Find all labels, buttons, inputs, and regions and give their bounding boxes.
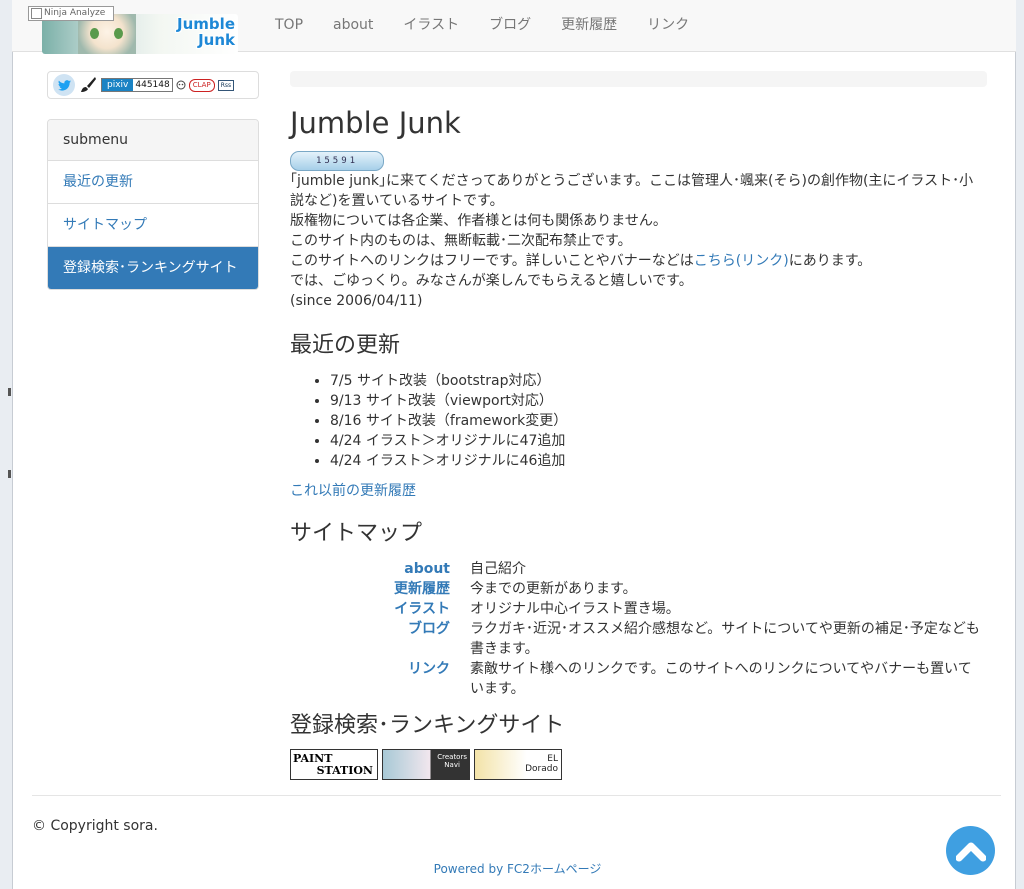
main-nav: TOP about イラスト ブログ 更新履歴 リンク [260,0,704,51]
brush-icon[interactable] [78,75,98,95]
pixiv-count: 445148 [133,79,172,91]
page-title: Jumble Junk [290,106,461,140]
creators-navi-banner[interactable]: Creators Navi [382,749,470,780]
banner-text: PAINT [293,752,333,765]
banner-text: STATION [316,764,373,777]
more-history-link[interactable]: これ以前の更新履歴 [290,481,987,501]
clap-face-icon [176,80,186,90]
intro-line: 版権物については各企業、作者様とは何も関係ありません。 [290,213,667,229]
ranking-heading: 登録検索･ランキングサイト [290,713,565,738]
top-bar [290,71,987,87]
chevron-up-icon [955,842,986,861]
sitemap-link-blog[interactable]: ブログ [290,619,450,659]
main-content: Jumble Junk 15591 ｢jumble junk｣に来てくださってあ… [290,71,987,780]
sitemap-row: about 自己紹介 [290,559,987,579]
ninja-icon [31,8,42,19]
sitemap-link-links[interactable]: リンク [290,659,450,699]
window-right-edge [1015,0,1024,889]
sitemap-row: 更新履歴 今までの更新があります。 [290,579,987,599]
sitemap-desc: ラクガキ･近況･オススメ紹介感想など。サイトについてや更新の補足･予定なども書き… [470,621,980,657]
clap-button[interactable]: CLAP [188,78,215,92]
update-item: 9/13 サイト改装（viewport対応） [330,391,987,411]
access-counter: 15591 [290,151,384,171]
ninja-label: Ninja Analyze [44,8,106,18]
ranking-banners: PAINT STATION Creators Navi EL Dorado [290,749,987,780]
back-to-top-button[interactable] [946,826,995,875]
logo-eye [114,28,123,39]
intro-text-part: このサイトへのリンクはフリーです。詳しいことやバナーなどは [290,253,694,269]
powered-by-link[interactable]: Powered by FC2ホームページ [0,860,1024,877]
updates-list: 7/5 サイト改装（bootstrap対応） 9/13 サイト改装（viewpo… [290,371,987,471]
sitemap-desc: 自己紹介 [470,561,526,577]
sitemap-link-about[interactable]: about [290,559,450,579]
banner-text: EL Dorado [525,754,558,774]
social-links: pixiv 445148 CLAP Rss [47,71,259,99]
copyright: © Copyright sora. [32,818,158,834]
sitemap-row: イラスト オリジナル中心イラスト置き場。 [290,599,987,619]
el-dorado-banner[interactable]: EL Dorado [474,749,562,780]
update-item: 4/24 イラスト＞オリジナルに47追加 [330,431,987,451]
intro-line: このサイト内のものは、無断転載･二次配布禁止です。 [290,233,632,249]
twitter-icon[interactable] [53,74,75,96]
banner-text: Creators Navi [437,753,467,769]
update-item: 8/16 サイト改装（framework変更） [330,411,987,431]
banner-line: EL [547,754,558,764]
updates-heading: 最近の更新 [290,333,401,358]
nav-illust[interactable]: イラスト [388,0,474,51]
intro-line: (since 2006/04/11) [290,293,423,309]
banner-line: Navi [444,761,460,769]
update-item: 7/5 サイト改装（bootstrap対応） [330,371,987,391]
sitemap-row: リンク 素敵サイト様へのリンクです。このサイトへのリンクについてやバナーも置いてい… [290,659,987,699]
edge-marker [8,388,11,396]
logo-eye [90,28,99,39]
submenu-item-ranking[interactable]: 登録検索･ランキングサイト [48,247,258,289]
submenu-item-sitemap[interactable]: サイトマップ [48,204,258,247]
logo-text: Jumble Junk [177,15,235,49]
nav-top[interactable]: TOP [260,0,318,51]
submenu: submenu 最近の更新 サイトマップ 登録検索･ランキングサイト [47,119,259,290]
ninja-analyze-badge[interactable]: Ninja Analyze [28,6,114,21]
sitemap-heading: サイトマップ [290,521,423,546]
link-page-link[interactable]: こちら(リンク) [694,253,789,269]
intro-line: ｢jumble junk｣に来てくださってありがとうございます。ここは管理人･颯… [290,173,974,209]
banner-line: Creators [437,753,467,761]
sidebar: pixiv 445148 CLAP Rss submenu 最近の更新 サイトマ… [47,71,259,290]
intro-line: このサイトへのリンクはフリーです。詳しいことやバナーなどはこちら(リンク)にあり… [290,251,987,271]
footer-divider [32,795,1001,796]
banner-line: Dorado [525,764,558,774]
nav-history[interactable]: 更新履歴 [546,0,632,51]
sitemap-row: ブログ ラクガキ･近況･オススメ紹介感想など。サイトについてや更新の補足･予定など… [290,619,987,659]
intro-line: では、ごゆっくり。みなさんが楽しんでもらえると嬉しいです。 [290,273,693,289]
nav-about[interactable]: about [318,0,388,51]
submenu-item-recent[interactable]: 最近の更新 [48,161,258,204]
update-item: 4/24 イラスト＞オリジナルに46追加 [330,451,987,471]
nav-links[interactable]: リンク [632,0,704,51]
paint-station-banner[interactable]: PAINT STATION [290,749,378,780]
pixiv-label: pixiv [102,79,134,91]
sitemap-list: about 自己紹介 更新履歴 今までの更新があります。 イラスト オリジナル中心イラ… [290,559,987,699]
sitemap-link-history[interactable]: 更新履歴 [290,579,450,599]
submenu-header: submenu [48,120,258,161]
nav-blog[interactable]: ブログ [474,0,546,51]
rss-button[interactable]: Rss [217,79,235,91]
edge-marker [8,470,11,478]
intro-text-part: にあります。 [788,253,872,269]
intro-text: ｢jumble junk｣に来てくださってありがとうございます。ここは管理人･颯… [290,171,987,311]
navbar: Ninja Analyze Jumble Junk TOP about イラスト… [12,0,1016,54]
window-left-edge [0,0,13,889]
sitemap-desc: オリジナル中心イラスト置き場。 [470,601,680,617]
sitemap-desc: 今までの更新があります。 [470,581,637,597]
pixiv-counter[interactable]: pixiv 445148 [101,78,173,92]
sitemap-link-illust[interactable]: イラスト [290,599,450,619]
sitemap-desc: 素敵サイト様へのリンクです。このサイトへのリンクについてやバナーも置いています。 [470,661,972,697]
